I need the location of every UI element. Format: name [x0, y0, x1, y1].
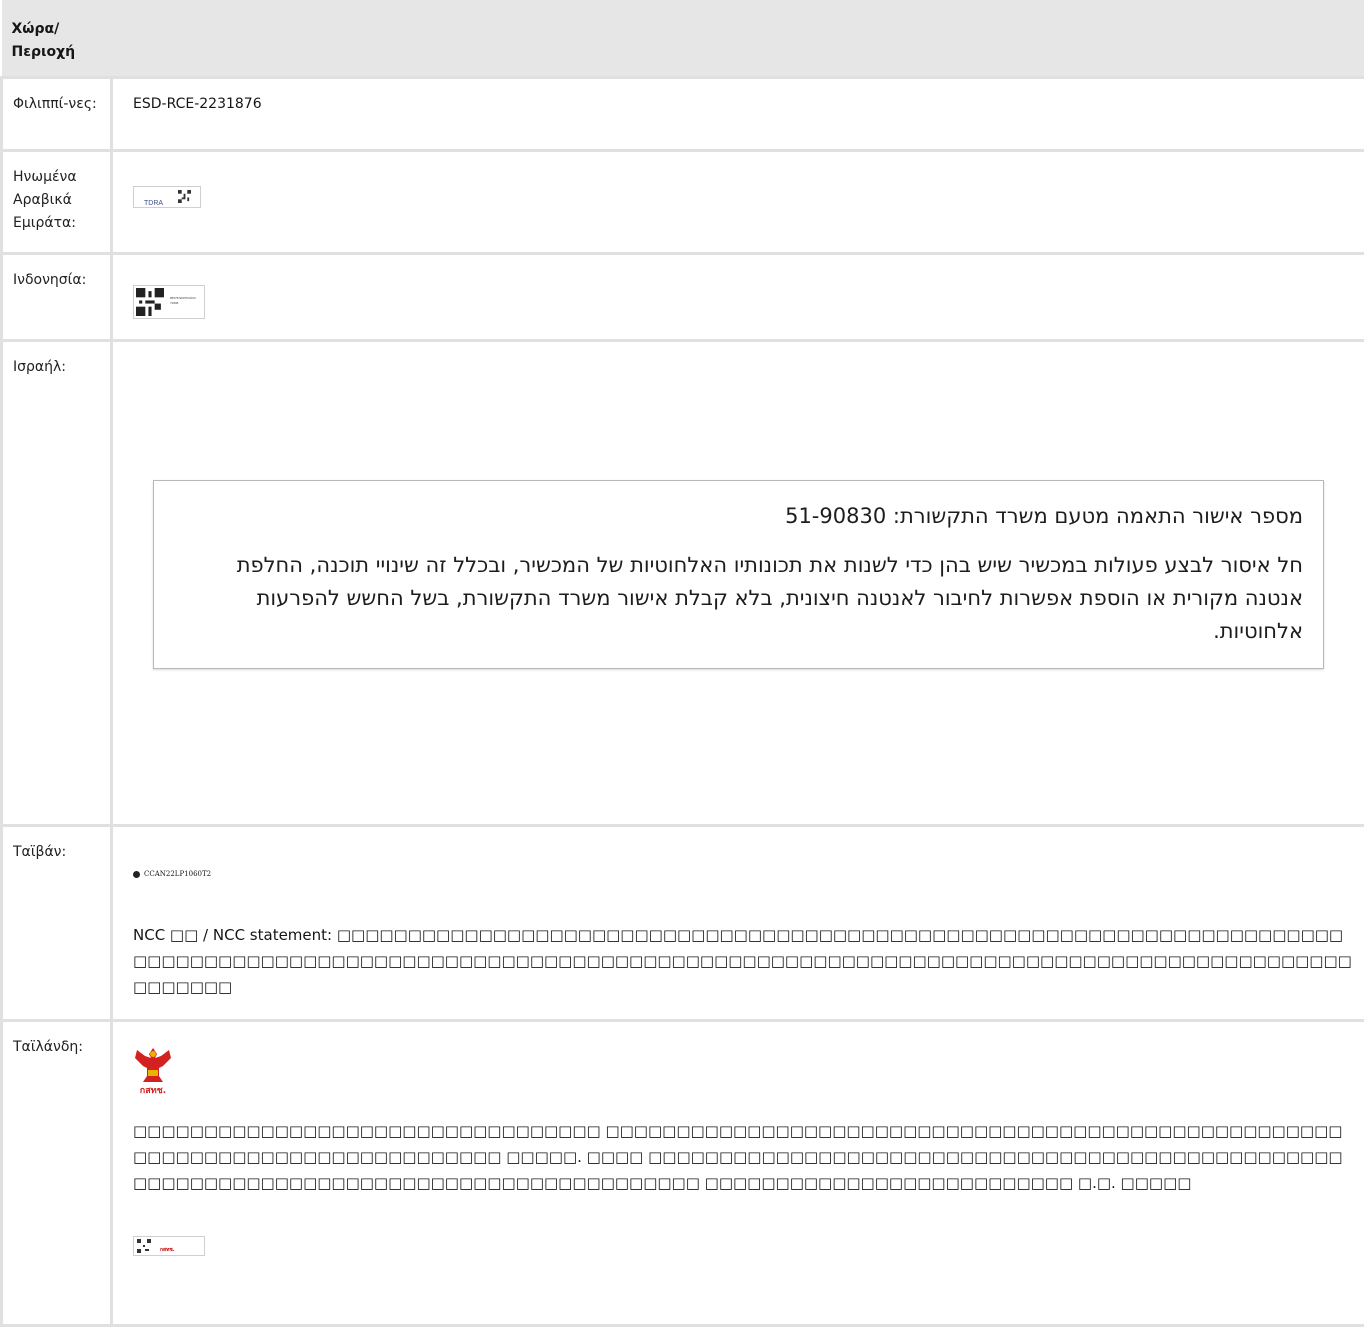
- ncc-label-image: CCAN22LP1060T2: [133, 863, 1354, 886]
- table-row: Ταϊβάν: CCAN22LP1060T2 NCC □□ / NCC stat…: [0, 824, 1364, 1022]
- israel-warning-text: חל איסור לבצע פעולות במכשיר שיש בהן כדי …: [236, 553, 1303, 643]
- country-cell: Ταϊβάν:: [0, 824, 113, 1022]
- table-row: Ηνωμένα Αραβικά Εμιράτα: TDRA: [0, 149, 1364, 255]
- garuda-logo-icon: กสทช.: [135, 1048, 171, 1096]
- ncc-logo-icon: [133, 871, 140, 878]
- sdppi-label-text: 86575/SDPPI/2023 72808: [170, 296, 196, 305]
- nbtc-statement: □□□□□□□□□□□□□□□□□□□□□□□□□□□□□□□□□ □□□□□□…: [133, 1122, 1343, 1192]
- country-cell: Ηνωμένα Αραβικά Εμιράτα:: [0, 149, 113, 255]
- israel-approval-number: מספר אישור התאמה מטעם משרד התקשורת: 51-9…: [785, 504, 1303, 528]
- country-cell: Ταϊλάνδη:: [0, 1019, 113, 1327]
- indonesia-content: 86575/SDPPI/2023 72808: [110, 252, 1364, 342]
- ncc-label-text: CCAN22LP1060T2: [144, 870, 212, 878]
- qr-code-icon: [136, 288, 164, 316]
- taiwan-content: CCAN22LP1060T2 NCC □□ / NCC statement: □…: [110, 824, 1364, 1022]
- thailand-content: กสทช. □□□□□□□□□□□□□□□□□□□□□□□□□□□□□□□□□ …: [110, 1019, 1364, 1327]
- nbtc-logo-text: กสทช.: [140, 1086, 166, 1096]
- ncc-statement: NCC □□ / NCC statement: □□□□□□□□□□□□□□□□…: [133, 926, 1352, 996]
- uae-content: TDRA: [110, 149, 1364, 255]
- israel-statement-image: מספר אישור התאמה מטעם משרד התקשורת: 51-9…: [153, 480, 1324, 669]
- table-header-row: Χώρα/ Περιοχή: [1, 0, 1364, 79]
- country-column-header-text: Χώρα/ Περιοχή: [11, 21, 76, 60]
- country-cell: Ισραήλ:: [0, 339, 113, 827]
- sdppi-label-image: 86575/SDPPI/2023 72808: [133, 285, 205, 319]
- table-row: Ταϊλάνδη: กสทช. □□□□□□□□□□□□□□□□□□□□□□□□…: [0, 1019, 1364, 1327]
- qr-code-icon: [137, 1239, 151, 1253]
- country-cell: Φιλιππί-νες:: [0, 76, 113, 152]
- tdra-label-text: TDRA: [144, 200, 164, 207]
- qr-code-icon: [178, 190, 191, 203]
- table-row: Ινδονησία: 86575/SDPPI/2023 72808: [0, 252, 1364, 342]
- table-row: Ισραήλ: מספר אישור התאמה מטעם משרד התקשו…: [0, 339, 1364, 827]
- regulatory-table: Χώρα/ Περιοχή Φιλιππί-νες: ESD-RCE-22318…: [0, 0, 1364, 1327]
- philippines-value: ESD-RCE-2231876: [110, 76, 1364, 152]
- israel-content: מספר אישור התאמה מטעם משרד התקשורת: 51-9…: [110, 339, 1364, 827]
- nbtc-label-image: กสทช.: [133, 1236, 205, 1256]
- nbtc-label-text: กสทช.: [160, 1247, 175, 1253]
- tdra-label-image: TDRA: [133, 186, 201, 208]
- content-column-header: [111, 0, 1364, 79]
- country-column-header: Χώρα/ Περιοχή: [1, 0, 112, 79]
- table-row: Φιλιππί-νες: ESD-RCE-2231876: [0, 76, 1364, 152]
- country-cell: Ινδονησία:: [0, 252, 113, 342]
